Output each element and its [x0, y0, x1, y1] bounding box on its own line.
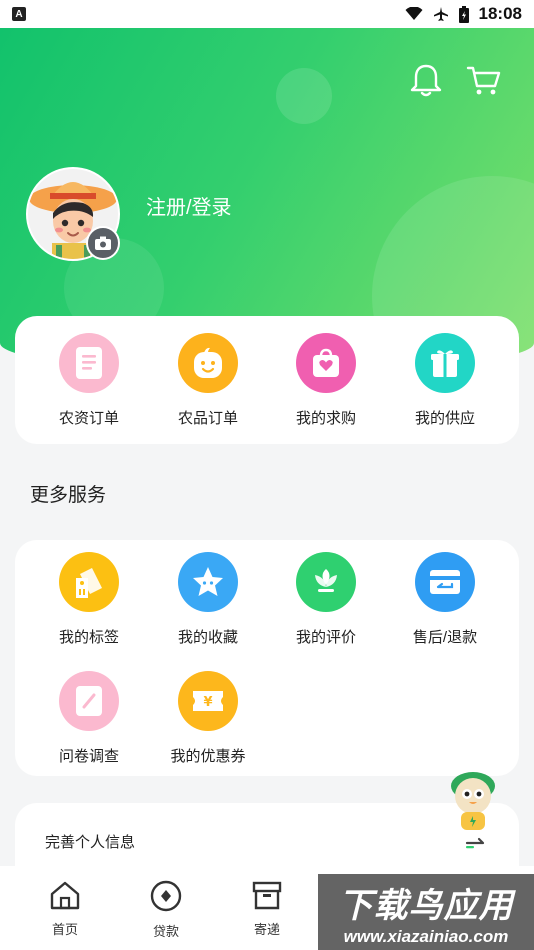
order-item-label: 农品订单: [177, 410, 238, 427]
star-icon: [178, 552, 238, 612]
status-icons: 18:08: [405, 4, 522, 24]
more-services-title: 更多服务: [30, 485, 107, 506]
tab-label: 贷款: [152, 924, 179, 939]
service-item-survey[interactable]: 问卷调查: [39, 671, 139, 766]
header-actions: [408, 62, 502, 98]
gift-icon: [415, 333, 475, 393]
orders-card: 农资订单 农品订单 我的求购 我的供应: [15, 316, 519, 444]
document-icon: [59, 333, 119, 393]
service-item-my-reviews[interactable]: 我的评价: [276, 552, 376, 647]
tab-home[interactable]: 首页: [30, 880, 100, 938]
service-item-after-sales-refund[interactable]: 售后/退款: [395, 552, 495, 647]
survey-icon: [59, 671, 119, 731]
complete-profile-label: 完善个人信息: [45, 834, 136, 851]
service-item-my-favorites[interactable]: 我的收藏: [158, 552, 258, 647]
refund-card-icon: [415, 552, 475, 612]
package-icon: [252, 881, 282, 910]
app-badge-icon: A: [12, 7, 26, 21]
tab-label: 首页: [51, 922, 78, 937]
login-register-link[interactable]: 注册/登录: [146, 191, 232, 220]
cart-icon[interactable]: [466, 62, 502, 98]
service-item-my-tags[interactable]: 我的标签: [39, 552, 139, 647]
decor-bubble: [276, 68, 332, 124]
home-icon: [50, 881, 80, 910]
loan-icon: [150, 880, 182, 912]
order-item-label: 我的供应: [414, 410, 475, 427]
airplane-icon: [433, 7, 448, 21]
order-item-farm-supplies[interactable]: 农资订单: [39, 333, 139, 428]
wifi-icon: [405, 7, 423, 20]
tab-loan[interactable]: 贷款: [131, 880, 201, 940]
fruit-icon: [178, 333, 238, 393]
service-item-label: 问卷调查: [58, 748, 119, 765]
order-item-label: 我的求购: [295, 410, 356, 427]
more-services-card: 我的标签 我的收藏 我的评价 售后/退款 问卷调查 ¥ 我的优惠券: [15, 540, 519, 776]
order-item-farm-products[interactable]: 农品订单: [158, 333, 258, 428]
camera-icon[interactable]: [86, 226, 120, 260]
mascot-assistant-icon[interactable]: [443, 766, 503, 836]
order-item-my-purchases[interactable]: 我的求购: [276, 333, 376, 428]
service-item-my-coupons[interactable]: ¥ 我的优惠券: [158, 671, 258, 766]
tag-icon: [59, 552, 119, 612]
service-item-label: 售后/退款: [412, 629, 478, 646]
heart-bag-icon: [296, 333, 356, 393]
service-item-label: 我的标签: [58, 629, 119, 646]
tab-label: 寄递: [253, 922, 280, 937]
flower-icon: [296, 552, 356, 612]
svg-text:¥: ¥: [203, 695, 212, 710]
status-bar: A 18:08: [0, 0, 534, 28]
service-item-label: 我的优惠券: [170, 748, 246, 765]
order-item-label: 农资订单: [58, 410, 119, 427]
tab-delivery[interactable]: 寄递: [232, 880, 302, 938]
coupon-icon: ¥: [178, 671, 238, 731]
bell-icon[interactable]: [408, 62, 444, 98]
service-item-label: 我的评价: [295, 629, 356, 646]
service-item-label: 我的收藏: [177, 629, 238, 646]
watermark-title: 下载鸟应用: [338, 886, 514, 925]
watermark: 下载鸟应用 www.xiazainiao.com: [318, 874, 534, 950]
clock: 18:08: [478, 4, 522, 23]
order-item-my-supply[interactable]: 我的供应: [395, 333, 495, 428]
watermark-url: www.xiazainiao.com: [343, 926, 509, 946]
battery-icon: [458, 5, 469, 23]
